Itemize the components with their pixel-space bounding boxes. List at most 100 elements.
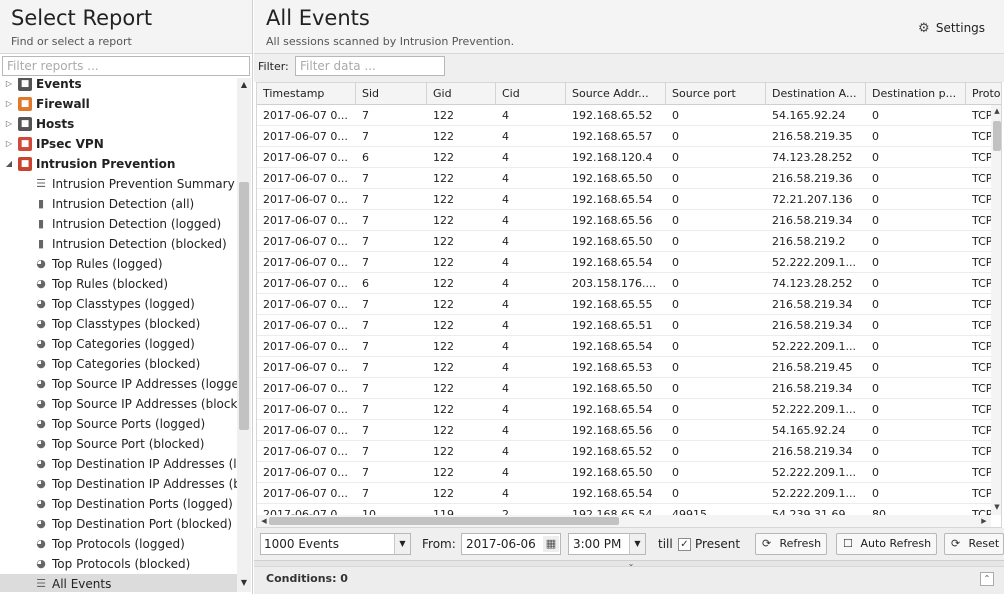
report-tree-item[interactable]: ◕ Top Categories (blocked): [0, 354, 237, 374]
scrollbar-thumb[interactable]: [269, 517, 619, 525]
table-cell: 122: [433, 340, 454, 353]
chevron-down-icon[interactable]: ▼: [394, 534, 410, 554]
table-row[interactable]: 2017-06-07 0... 7 122 4 192.168.65.56 0 54.165…: [257, 420, 991, 441]
scrollbar-thumb[interactable]: [239, 182, 249, 430]
table-cell: 49915: [672, 508, 707, 515]
report-tree-item[interactable]: ▮ Intrusion Detection (all): [0, 194, 237, 214]
column-header[interactable]: Source port: [666, 83, 766, 105]
report-tree-item[interactable]: ◢ ■ Intrusion Prevention: [0, 154, 237, 174]
table-row[interactable]: 2017-06-07 0... 7 122 4 192.168.65.52 0 54.165…: [257, 105, 991, 126]
table-row[interactable]: 2017-06-07 0... 7 122 4 192.168.65.57 0 216.58…: [257, 126, 991, 147]
report-tree-item[interactable]: ◕ Top Rules (logged): [0, 254, 237, 274]
report-tree-item[interactable]: ◕ Top Categories (logged): [0, 334, 237, 354]
report-tree-item[interactable]: ▷ ■ Firewall: [0, 94, 237, 114]
table-cell: 122: [433, 382, 454, 395]
report-tree-item[interactable]: ◕ Top Source Ports (logged): [0, 414, 237, 434]
table-row[interactable]: 2017-06-07 0... 7 122 4 192.168.65.56 0 216.58…: [257, 210, 991, 231]
report-tree-item[interactable]: ◕ Top Classtypes (logged): [0, 294, 237, 314]
column-header[interactable]: Destination p...: [866, 83, 966, 105]
column-header[interactable]: Timestamp: [257, 83, 356, 105]
report-tree-item[interactable]: ◕ Top Source IP Addresses (blocked): [0, 394, 237, 414]
column-header[interactable]: Proto: [966, 83, 1001, 105]
table-row[interactable]: 2017-06-07 0... 6 122 4 203.158.176.... 0 74.1…: [257, 273, 991, 294]
conditions-panel[interactable]: Conditions: 0 ⌃: [254, 566, 1004, 594]
table-row[interactable]: 2017-06-07 0... 7 122 4 192.168.65.50 0 216.58…: [257, 231, 991, 252]
column-header[interactable]: Sid: [356, 83, 427, 105]
table-row[interactable]: 2017-06-07 0... 7 122 4 192.168.65.50 0 216.58…: [257, 378, 991, 399]
report-tree-scrollbar[interactable]: ▲ ▼: [237, 78, 251, 592]
expand-arrow-icon[interactable]: ▷: [4, 114, 14, 134]
chevron-down-icon[interactable]: ▼: [629, 534, 645, 554]
grid-vertical-scrollbar[interactable]: ▲ ▼: [991, 105, 1001, 515]
calendar-icon[interactable]: ▦: [543, 536, 559, 552]
report-tree-item[interactable]: ◕ Top Source Port (blocked): [0, 434, 237, 454]
report-tree-item[interactable]: ◕ Top Protocols (logged): [0, 534, 237, 554]
table-row[interactable]: 2017-06-07 0... 7 122 4 192.168.65.51 0 216.58…: [257, 315, 991, 336]
table-row[interactable]: 2017-06-07 0... 7 122 4 192.168.65.54 0 52.222…: [257, 336, 991, 357]
scroll-left-icon[interactable]: ◀: [259, 515, 269, 527]
report-tree-item[interactable]: ◕ Top Destination IP Addresses (lo...: [0, 454, 237, 474]
report-filter-input[interactable]: [2, 56, 250, 76]
table-row[interactable]: 2017-06-07 0... 7 122 4 192.168.65.54 0 52.222…: [257, 483, 991, 504]
scroll-right-icon[interactable]: ▶: [979, 515, 989, 527]
table-row[interactable]: 2017-06-07 0... 7 122 4 192.168.65.50 0 52.222…: [257, 462, 991, 483]
table-cell: 0: [872, 445, 879, 458]
column-header[interactable]: Cid: [496, 83, 566, 105]
data-filter-input[interactable]: [295, 56, 445, 76]
table-row[interactable]: 2017-06-07 0... 7 122 4 192.168.65.53 0 216.58…: [257, 357, 991, 378]
expand-icon[interactable]: ⌃: [980, 572, 994, 586]
lock-icon: ■: [18, 137, 32, 151]
report-tree-item[interactable]: ◕ Top Protocols (blocked): [0, 554, 237, 574]
report-tree-item[interactable]: ◕ Top Destination IP Addresses (bl...: [0, 474, 237, 494]
report-tree-item[interactable]: ☰ All Events: [0, 574, 237, 592]
report-tree-item[interactable]: ◕ Top Classtypes (blocked): [0, 314, 237, 334]
from-time-select[interactable]: 3:00 PM ▼: [568, 533, 646, 555]
auto-refresh-button[interactable]: ☐ Auto Refresh: [836, 533, 937, 555]
expand-arrow-icon[interactable]: ▷: [4, 78, 14, 94]
expand-arrow-icon[interactable]: ▷: [4, 94, 14, 114]
grid-horizontal-scrollbar[interactable]: ◀ ▶: [257, 515, 991, 527]
table-cell: 2017-06-07 0...: [263, 382, 348, 395]
report-tree-item[interactable]: ◕ Top Rules (blocked): [0, 274, 237, 294]
table-row[interactable]: 2017-06-07 0... 7 122 4 192.168.65.54 0 52.222…: [257, 399, 991, 420]
collapse-arrow-icon[interactable]: ◢: [4, 154, 14, 174]
column-header[interactable]: Destination A...: [766, 83, 866, 105]
report-tree-item[interactable]: ◕ Top Source IP Addresses (logged): [0, 374, 237, 394]
table-cell: 4: [502, 193, 509, 206]
report-tree-item[interactable]: ▷ ■ Hosts: [0, 114, 237, 134]
report-tree-item[interactable]: ☰ Intrusion Prevention Summary: [0, 174, 237, 194]
refresh-button[interactable]: ⟳ Refresh: [755, 533, 827, 555]
table-row[interactable]: 2017-06-07 0... 7 122 4 192.168.65.52 0 216.58…: [257, 441, 991, 462]
scroll-down-icon[interactable]: ▼: [237, 578, 251, 590]
table-row[interactable]: 2017-06-07 0... 6 122 4 192.168.120.4 0 74.123…: [257, 147, 991, 168]
column-header[interactable]: Source Addr...: [566, 83, 666, 105]
report-tree-item[interactable]: ▮ Intrusion Detection (logged): [0, 214, 237, 234]
report-tree-item[interactable]: ◕ Top Destination Ports (logged): [0, 494, 237, 514]
table-cell: 192.168.65.53: [572, 361, 653, 374]
table-cell: TCP: [972, 319, 991, 332]
present-checkbox[interactable]: ✓: [678, 538, 691, 551]
table-cell: 7: [362, 340, 369, 353]
table-row[interactable]: 2017-06-07 0... 7 122 4 192.168.65.54 0 52.222…: [257, 252, 991, 273]
scroll-down-icon[interactable]: ▼: [991, 503, 1001, 513]
report-tree-item[interactable]: ◕ Top Destination Port (blocked): [0, 514, 237, 534]
reset-button[interactable]: ⟳ Reset: [944, 533, 1004, 555]
scrollbar-thumb[interactable]: [993, 121, 1001, 151]
scroll-up-icon[interactable]: ▲: [991, 107, 1001, 117]
report-tree-item-label: Top Categories (logged): [52, 337, 195, 351]
settings-button[interactable]: ⚙ Settings: [918, 18, 985, 38]
from-date-field[interactable]: 2017-06-06 ▦: [461, 533, 561, 555]
settings-label: Settings: [935, 21, 986, 35]
table-row[interactable]: 2017-06-07 0... 7 122 4 192.168.65.50 0 216.58…: [257, 168, 991, 189]
expand-arrow-icon[interactable]: ▷: [4, 134, 14, 154]
table-row[interactable]: 2017-06-07 0... 7 122 4 192.168.65.55 0 216.58…: [257, 294, 991, 315]
events-limit-select[interactable]: 1000 Events ▼: [260, 533, 411, 555]
scroll-up-icon[interactable]: ▲: [237, 80, 251, 92]
table-row[interactable]: 2017-06-07 0... 7 122 4 192.168.65.54 0 72.21.…: [257, 189, 991, 210]
report-tree-item[interactable]: ▷ ■ Events: [0, 78, 237, 94]
report-tree-item[interactable]: ▮ Intrusion Detection (blocked): [0, 234, 237, 254]
report-tree-item[interactable]: ▷ ■ IPsec VPN: [0, 134, 237, 154]
table-cell: 2017-06-07 0...: [263, 319, 348, 332]
table-row[interactable]: 2017-06-07 0... 10 119 2 192.168.65.54 49915 5…: [257, 504, 991, 515]
column-header[interactable]: Gid: [427, 83, 496, 105]
